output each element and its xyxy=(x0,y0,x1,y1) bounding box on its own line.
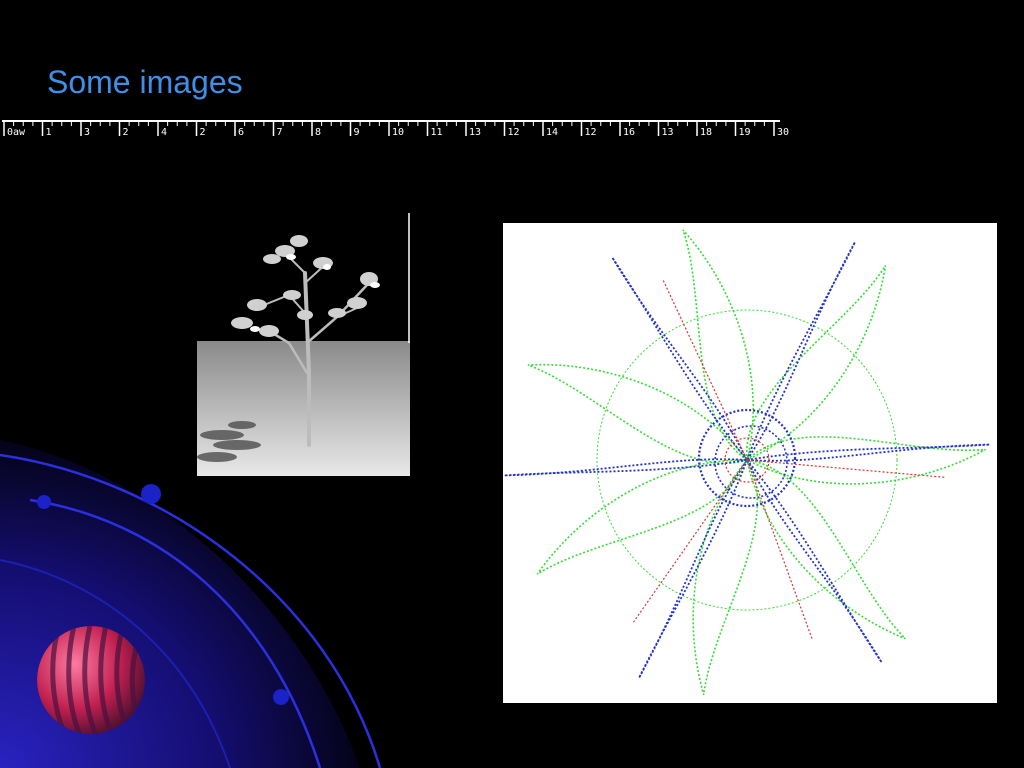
ruler-label: 2 xyxy=(123,127,129,138)
ruler-label: 14 xyxy=(546,127,558,138)
slide: Some images 0aw 1 3 2 4 2 6 7 8 9 10 11 13 12 14 12 16 13… xyxy=(0,0,1024,768)
ruler-label: 12 xyxy=(508,127,520,138)
ruler-label: 13 xyxy=(469,127,481,138)
ruler-label: 18 xyxy=(700,127,712,138)
orbit-dot xyxy=(141,484,161,504)
orbit-dot xyxy=(37,495,51,509)
ruler-label: 12 xyxy=(585,127,597,138)
slide-title: Some images xyxy=(47,64,243,100)
orbit-dot xyxy=(273,689,289,705)
ruler-label: 0aw xyxy=(7,127,26,138)
ruler-label: 16 xyxy=(623,127,635,138)
fractal-star-image xyxy=(503,223,997,703)
ruler-label: 2 xyxy=(200,127,206,138)
ruler-label: 1 xyxy=(46,127,52,138)
ruler-label: 3 xyxy=(84,127,90,138)
ruler: 0aw 1 3 2 4 2 6 7 8 9 10 11 13 12 14 12 16 13 18 19 30 xyxy=(2,120,789,138)
ruler-label: 4 xyxy=(161,127,167,138)
ruler-label: 6 xyxy=(238,127,244,138)
ruler-label: 7 xyxy=(277,127,283,138)
ruler-label: 11 xyxy=(431,127,443,138)
ruler-label: 9 xyxy=(354,127,360,138)
ruler-label: 8 xyxy=(315,127,321,138)
ruler-label: 19 xyxy=(739,127,751,138)
ruler-label: 13 xyxy=(662,127,674,138)
tree-image xyxy=(197,213,410,476)
ruler-label: 30 xyxy=(777,127,789,138)
ruler-label: 10 xyxy=(392,127,404,138)
